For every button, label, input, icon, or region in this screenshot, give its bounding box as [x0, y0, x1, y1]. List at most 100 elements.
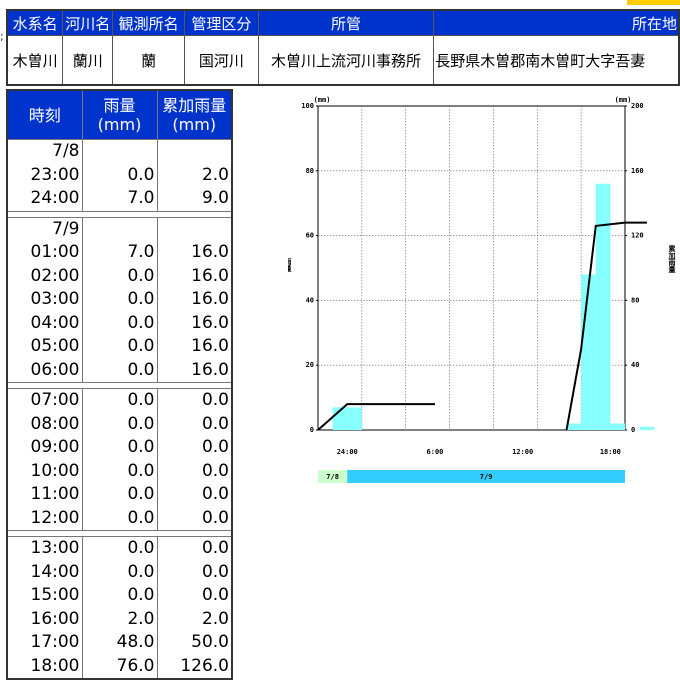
time-value: 06:00	[30, 359, 80, 380]
station-info-table: 水系名 河川名 観測所名 管理区分 所管 所在地 木曽川 蘭川 蘭 国河川 木曽…	[6, 9, 680, 86]
y-left-unit: (mm)	[314, 96, 331, 104]
cum-value: 0.0	[201, 561, 229, 582]
time-value: 13:00	[30, 538, 80, 558]
station-info-value-row: 木曽川 蘭川 蘭 国河川 木曽川上流河川事務所 長野県木曽郡南木曽町大字吾妻	[6, 35, 680, 86]
col-water-system: 水系名	[6, 9, 64, 36]
y-right-tick-label: 40	[631, 361, 639, 369]
cum-value: 0.0	[201, 538, 229, 558]
left-edge-fragment: ;	[0, 30, 4, 43]
cumulative-cell: 0.0 0.0 0.0 0.0 0.0 0.0	[156, 388, 233, 531]
rain-value	[85, 140, 155, 164]
rainfall-table: 時刻 雨量 (mm) 累加雨量 (mm) 7/8 23:00 24:00 0.0 7.0…	[6, 89, 233, 680]
rain-value: 48.0	[116, 632, 155, 652]
rain-bar	[581, 274, 596, 430]
y-left-tick-label: 60	[306, 232, 314, 240]
y-left-tick-label: 100	[301, 102, 314, 110]
rain-cell: 0.0 0.0 0.0 0.0 0.0 0.0	[81, 388, 158, 531]
value-river: 蘭川	[62, 35, 114, 86]
time-value: 14:00	[30, 561, 80, 582]
time-value: 01:00	[30, 242, 80, 262]
header-rain: 雨量 (mm)	[81, 89, 158, 140]
rain-cell: 0.0 7.0	[81, 139, 158, 212]
y-left-label: 雨量	[288, 258, 292, 273]
table-row-group: 13:00 14:00 15:00 16:00 17:00 18:00 0.0 0.0 0.0 2…	[6, 536, 233, 680]
cum-value: 16.0	[191, 289, 229, 309]
cum-value: 16.0	[191, 312, 229, 333]
col-management: 管理区分	[184, 9, 259, 36]
time-value: 18:00	[30, 655, 80, 676]
rain-value: 0.0	[127, 390, 155, 410]
time-cell: 13:00 14:00 15:00 16:00 17:00 18:00	[6, 536, 83, 680]
y-left-tick-label: 20	[306, 361, 314, 369]
cum-value: 9.0	[201, 188, 229, 208]
time-value: 12:00	[30, 507, 80, 528]
cum-value: 0.0	[201, 507, 229, 528]
date-band-label: 7/8	[326, 473, 339, 481]
rain-value: 7.0	[127, 188, 155, 208]
y-right-tick-label: 80	[631, 296, 639, 304]
time-value: 16:00	[30, 608, 80, 629]
table-row-group: 7/8 23:00 24:00 0.0 7.0 2.0 9.0	[6, 139, 233, 212]
y-right-tick-label: 160	[631, 167, 644, 175]
rain-value: 7.0	[127, 242, 155, 262]
time-value: 17:00	[30, 632, 80, 652]
x-tick-label: 24:00	[337, 448, 358, 456]
cum-value: 126.0	[180, 655, 229, 676]
rain-value: 0.0	[127, 164, 155, 185]
rain-cell: 7.0 0.0 0.0 0.0 0.0 0.0	[81, 216, 158, 383]
rain-value: 0.0	[127, 265, 155, 286]
cum-value	[160, 218, 230, 242]
time-value: 11:00	[30, 484, 80, 504]
cum-value: 0.0	[201, 437, 229, 457]
rain-bar	[595, 183, 611, 430]
time-value: 03:00	[30, 289, 80, 309]
x-tick-label: 6:00	[427, 448, 444, 456]
rain-value: 0.0	[127, 289, 155, 309]
header-time: 時刻	[6, 89, 83, 140]
rain-value: 0.0	[127, 507, 155, 528]
rain-bar	[610, 423, 625, 430]
y-right-unit: (mm)	[615, 96, 632, 104]
rain-bar	[566, 423, 582, 430]
cum-value: 2.0	[201, 164, 229, 185]
cum-value: 0.0	[201, 484, 229, 504]
time-value: 09:00	[30, 437, 80, 457]
y-right-tick-label: 0	[631, 426, 635, 434]
time-value: 02:00	[30, 265, 80, 286]
rain-value: 0.0	[127, 585, 155, 605]
rain-value: 0.0	[127, 460, 155, 481]
cum-value: 16.0	[191, 336, 229, 356]
cumulative-cell: 16.0 16.0 16.0 16.0 16.0 16.0	[156, 216, 233, 383]
time-value: 05:00	[30, 336, 80, 356]
value-station: 蘭	[112, 35, 186, 86]
rain-value: 76.0	[116, 655, 155, 676]
rain-value: 0.0	[127, 538, 155, 558]
value-water-system: 木曽川	[6, 35, 64, 86]
rain-value: 0.0	[127, 561, 155, 582]
time-cell: 7/8 23:00 24:00	[6, 139, 83, 212]
time-value: 10:00	[30, 460, 80, 481]
rain-value: 0.0	[127, 437, 155, 457]
cum-value: 2.0	[201, 608, 229, 629]
value-office: 木曽川上流河川事務所	[257, 35, 435, 86]
rain-bar	[639, 426, 655, 430]
time-value: 08:00	[30, 413, 80, 434]
header-cumulative: 累加雨量 (mm)	[156, 89, 233, 140]
x-tick-label: 18:00	[600, 448, 621, 456]
cum-value: 0.0	[201, 460, 229, 481]
y-left-tick-label: 80	[306, 167, 314, 175]
time-value: 7/9	[52, 218, 80, 239]
cumulative-cell: 2.0 9.0	[156, 139, 233, 212]
time-value: 7/8	[52, 141, 80, 161]
rain-value: 2.0	[127, 608, 155, 629]
plot-area	[317, 105, 626, 431]
station-info-header-row: 水系名 河川名 観測所名 管理区分 所管 所在地	[6, 9, 680, 36]
y-right-tick-label: 200	[631, 102, 644, 110]
time-value: 04:00	[30, 312, 80, 333]
rain-cell: 0.0 0.0 0.0 2.0 48.0 76.0	[81, 536, 158, 680]
cum-value: 0.0	[201, 585, 229, 605]
rainfall-header-row: 時刻 雨量 (mm) 累加雨量 (mm)	[6, 89, 233, 140]
col-station: 観測所名	[112, 9, 186, 36]
time-cell: 7/9 01:00 02:00 03:00 04:00 05:00 06:00	[6, 216, 83, 383]
y-left-tick-label: 40	[306, 296, 314, 304]
